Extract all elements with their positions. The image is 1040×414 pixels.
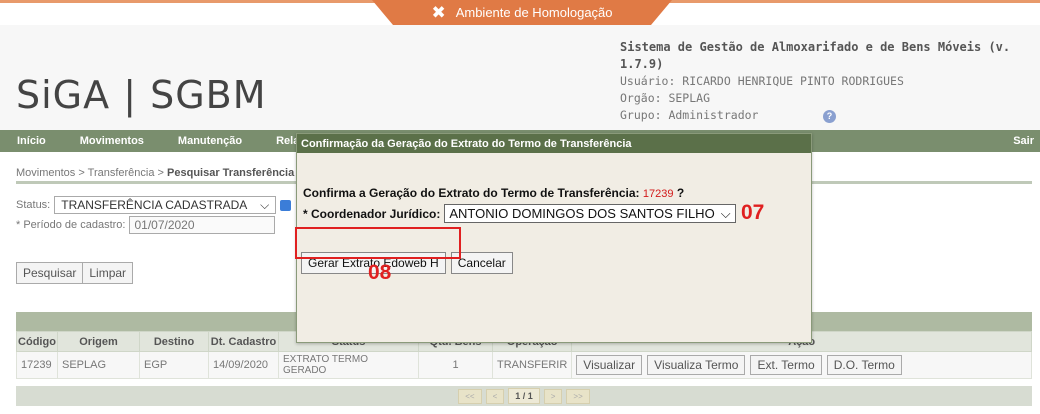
- col-dt-cadastro[interactable]: Dt. Cadastro: [208, 331, 279, 352]
- cell-destino: EGP: [139, 351, 209, 379]
- status-label: Status:: [16, 199, 51, 211]
- pager-next-button[interactable]: >: [543, 388, 563, 404]
- coordinator-row: * Coordenador Jurídico: ANTONIO DOMINGOS…: [303, 204, 736, 223]
- question-text: Confirma a Geração do Extrato do Termo d…: [303, 186, 640, 200]
- breadcrumb-separator: >: [75, 167, 88, 179]
- cell-qtd-bens: 1: [418, 351, 493, 379]
- nav-item-sair[interactable]: Sair: [1013, 135, 1034, 147]
- tools-icon: ✖: [431, 3, 446, 22]
- search-buttons: Pesquisar Limpar: [16, 262, 134, 284]
- environment-label: Ambiente de Homologação: [455, 5, 613, 20]
- help-icon[interactable]: ?: [823, 110, 836, 123]
- col-codigo[interactable]: Código: [16, 331, 58, 352]
- pager: << < 1 / 1 > >>: [16, 386, 1032, 406]
- highlight-box: [295, 227, 461, 259]
- breadcrumb: Movimentos > Transferência > Pesquisar T…: [16, 167, 294, 179]
- dialog-title[interactable]: Confirmação da Geração do Extrato do Ter…: [297, 134, 811, 153]
- status-line-1: EXTRATO TERMO: [283, 354, 369, 365]
- col-origem[interactable]: Origem: [57, 331, 140, 352]
- table-row: 17239 SEPLAG EGP 14/09/2020 EXTRATO TERM…: [16, 351, 1032, 379]
- cell-origem: SEPLAG: [57, 351, 140, 379]
- question-mark: ?: [676, 186, 685, 200]
- breadcrumb-separator: >: [154, 167, 168, 179]
- pager-current: 1 / 1: [508, 388, 540, 404]
- status-line-2: GERADO: [283, 365, 327, 376]
- chevron-down-icon: ⌵: [720, 205, 731, 221]
- breadcrumb-movimentos[interactable]: Movimentos: [16, 167, 75, 179]
- chevron-down-icon: ⌵: [260, 197, 270, 212]
- term-number: 17239: [642, 188, 674, 200]
- col-destino[interactable]: Destino: [139, 331, 209, 352]
- limpar-button[interactable]: Limpar: [83, 262, 134, 284]
- step-07-annotation: 07: [741, 201, 765, 224]
- coordinator-select[interactable]: ANTONIO DOMINGOS DOS SANTOS FILHO ⌵: [444, 204, 736, 223]
- pager-prev-button[interactable]: <: [485, 388, 505, 404]
- do-termo-button[interactable]: D.O. Termo: [826, 355, 902, 375]
- system-title: Sistema de Gestão de Almoxarifado e de B…: [620, 40, 1011, 71]
- period-label: * Período de cadastro:: [16, 219, 126, 231]
- pesquisar-button[interactable]: Pesquisar: [16, 262, 84, 284]
- header: SiGA | SGBM Sistema de Gestão de Almoxar…: [0, 25, 1040, 130]
- user-info: Usuário: RICARDO HENRIQUE PINTO RODRIGUE…: [620, 74, 904, 88]
- status-filter-row: Status: TRANSFERÊNCIA CADASTRADA ⌵: [16, 196, 292, 214]
- status-select[interactable]: TRANSFERÊNCIA CADASTRADA ⌵: [54, 196, 277, 214]
- visualizar-button[interactable]: Visualizar: [576, 355, 643, 375]
- breadcrumb-current: Pesquisar Transferência: [167, 167, 295, 179]
- visualiza-termo-button[interactable]: Visualiza Termo: [647, 355, 746, 375]
- cell-operacao: TRANSFERIR: [491, 351, 573, 379]
- ext-termo-button[interactable]: Ext. Termo: [750, 355, 822, 375]
- cell-codigo: 17239: [16, 351, 58, 379]
- coordinator-value: ANTONIO DOMINGOS DOS SANTOS FILHO: [449, 206, 715, 221]
- cell-status: EXTRATO TERMO GERADO: [278, 351, 419, 379]
- org-info: Orgão: SEPLAG: [620, 91, 711, 105]
- cell-dt-cadastro: 14/09/2020: [208, 351, 279, 379]
- nav-item-manutencao[interactable]: Manutenção: [161, 135, 259, 147]
- cell-acao: Visualizar Visualiza Termo Ext. Termo D.…: [571, 351, 1032, 379]
- pager-first-button[interactable]: <<: [458, 388, 482, 404]
- logo: SiGA | SGBM: [16, 73, 267, 117]
- dialog-question: Confirma a Geração do Extrato do Termo d…: [303, 186, 684, 200]
- pager-last-button[interactable]: >>: [566, 388, 590, 404]
- environment-banner: ✖ Ambiente de Homologação: [372, 0, 672, 25]
- step-08-annotation: 08: [368, 261, 392, 284]
- coordinator-label: * Coordenador Jurídico:: [303, 206, 441, 221]
- breadcrumb-transferencia[interactable]: Transferência: [88, 167, 155, 179]
- period-start-input[interactable]: 01/07/2020: [129, 216, 276, 234]
- nav-item-movimentos[interactable]: Movimentos: [63, 135, 161, 147]
- status-checkbox[interactable]: [280, 199, 292, 211]
- status-select-value: TRANSFERÊNCIA CADASTRADA: [61, 198, 248, 212]
- nav-item-inicio[interactable]: Início: [0, 135, 63, 147]
